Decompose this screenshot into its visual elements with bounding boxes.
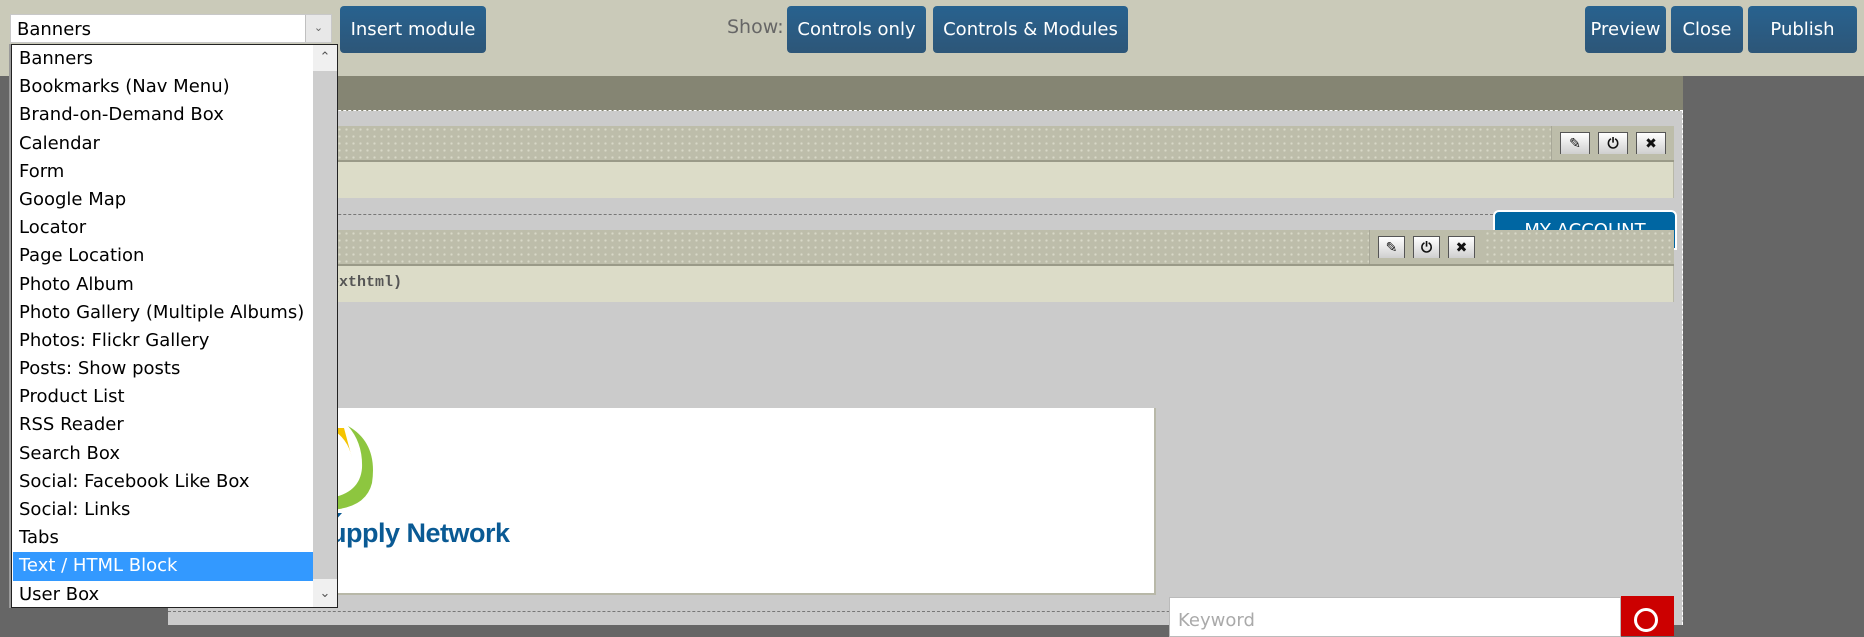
module-type-select[interactable]: Banners ⌄ bbox=[10, 14, 332, 43]
module-controls: ✎ ⏻ ✖ bbox=[1551, 126, 1674, 160]
dropdown-option[interactable]: Locator bbox=[13, 214, 313, 242]
publish-button[interactable]: Publish bbox=[1748, 6, 1857, 53]
zone-divider bbox=[168, 214, 1493, 215]
dropdown-option[interactable]: Bookmarks (Nav Menu) bbox=[13, 73, 313, 101]
dropdown-option[interactable]: Photo Gallery (Multiple Albums) bbox=[13, 299, 313, 327]
dropdown-option[interactable]: Calendar bbox=[13, 130, 313, 158]
dropdown-option[interactable]: Tabs bbox=[13, 524, 313, 552]
search-placeholder: Keyword bbox=[1178, 610, 1255, 631]
close-button[interactable]: Close bbox=[1671, 6, 1743, 53]
dropdown-option[interactable]: Page Location bbox=[13, 242, 313, 270]
dropdown-option[interactable]: Search Box bbox=[13, 440, 313, 468]
dropdown-options: Banners Bookmarks (Nav Menu) Brand-on-Dema… bbox=[13, 45, 313, 609]
page-header-band bbox=[168, 76, 1683, 111]
edit-pencil-icon[interactable]: ✎ bbox=[1560, 132, 1590, 154]
delete-x-icon[interactable]: ✖ bbox=[1636, 132, 1666, 154]
module-body bbox=[168, 162, 1674, 198]
dropdown-option[interactable]: Photos: Flickr Gallery bbox=[13, 327, 313, 355]
edit-pencil-icon[interactable]: ✎ bbox=[1378, 236, 1405, 258]
dropdown-option[interactable]: Product List bbox=[13, 383, 313, 411]
insert-module-button[interactable]: Insert module bbox=[340, 6, 486, 53]
module-type-dropdown-list[interactable]: Banners Bookmarks (Nav Menu) Brand-on-Dema… bbox=[11, 44, 338, 608]
module-controls: ✎ ⏻ ✖ bbox=[1369, 230, 1483, 264]
preview-button[interactable]: Preview bbox=[1585, 6, 1666, 53]
search-button[interactable] bbox=[1621, 596, 1674, 636]
search-icon bbox=[1634, 608, 1658, 632]
dropdown-option[interactable]: Google Map bbox=[13, 186, 313, 214]
scroll-down-icon[interactable]: ⌄ bbox=[313, 581, 337, 607]
dropdown-option[interactable]: Text / HTML Block bbox=[13, 552, 313, 581]
module-type-text: exthtml) bbox=[330, 274, 403, 291]
module-body: exthtml) bbox=[168, 266, 1674, 302]
dropdown-option[interactable]: User Box bbox=[13, 581, 313, 609]
controls-only-button[interactable]: Controls only bbox=[787, 6, 926, 53]
dropdown-option[interactable]: Photo Album bbox=[13, 271, 313, 299]
dropdown-option[interactable]: Banners bbox=[13, 45, 313, 73]
show-label: Show: bbox=[727, 16, 784, 38]
dropdown-scrollbar[interactable]: ⌃ ⌄ bbox=[313, 45, 337, 607]
dropdown-option[interactable]: Social: Facebook Like Box bbox=[13, 468, 313, 496]
logo-text: upply Network bbox=[330, 518, 510, 548]
delete-x-icon[interactable]: ✖ bbox=[1448, 236, 1475, 258]
page-border bbox=[1682, 110, 1683, 625]
dropdown-option[interactable]: Brand-on-Demand Box bbox=[13, 101, 313, 129]
keyword-search-input[interactable]: Keyword bbox=[1169, 597, 1621, 637]
controls-and-modules-button[interactable]: Controls & Modules bbox=[933, 6, 1128, 53]
dropdown-option[interactable]: Form bbox=[13, 158, 313, 186]
module-select-value: Banners bbox=[17, 19, 92, 40]
module-header[interactable]: ✎ ⏻ ✖ bbox=[168, 126, 1674, 162]
scrollbar-thumb[interactable] bbox=[313, 71, 337, 579]
dropdown-option[interactable]: Posts: Show posts bbox=[13, 355, 313, 383]
logo-banner: upply Network bbox=[330, 408, 1156, 595]
power-toggle-icon[interactable]: ⏻ bbox=[1413, 236, 1440, 258]
dropdown-option[interactable]: RSS Reader bbox=[13, 411, 313, 439]
module-header[interactable]: ✎ ⏻ ✖ bbox=[168, 230, 1674, 266]
page-canvas: ✎ ⏻ ✖ MY ACCOUNT ✎ ⏻ ✖ exthtml) upply Ne… bbox=[168, 76, 1683, 637]
dropdown-option[interactable]: Social: Links bbox=[13, 496, 313, 524]
scroll-up-icon[interactable]: ⌃ bbox=[313, 45, 337, 71]
power-toggle-icon[interactable]: ⏻ bbox=[1598, 132, 1628, 154]
chevron-down-icon[interactable]: ⌄ bbox=[305, 15, 331, 42]
logo-swoosh-icon bbox=[330, 426, 373, 518]
